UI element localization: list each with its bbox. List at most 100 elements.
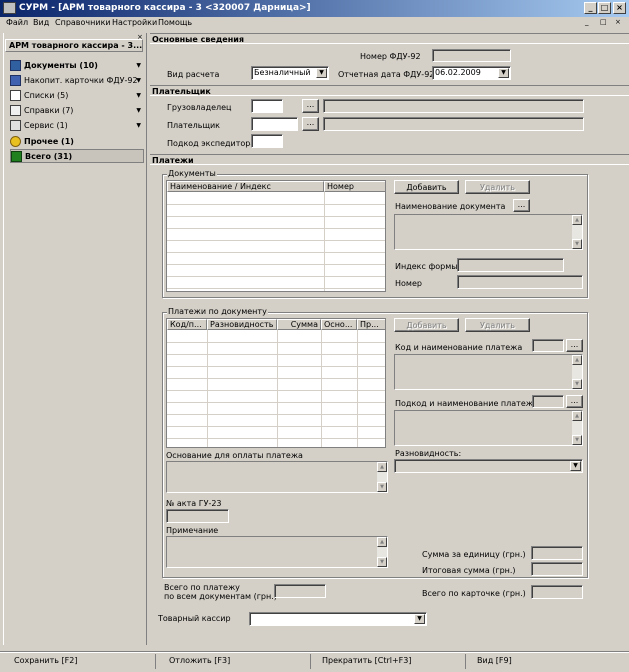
close-button[interactable]: × bbox=[613, 2, 626, 14]
inner-minimize-button[interactable]: _ bbox=[585, 18, 589, 26]
scroll-down-icon[interactable]: ▼ bbox=[572, 435, 582, 445]
form-index-field[interactable] bbox=[457, 258, 564, 272]
documents-grid[interactable]: Наименование / Индекс Номер bbox=[166, 180, 386, 292]
save-button[interactable]: Сохранить [F2] bbox=[14, 656, 77, 665]
chevron-down-icon[interactable]: ▼ bbox=[136, 92, 141, 99]
payer-code-input[interactable] bbox=[251, 117, 298, 131]
note-memo[interactable]: ▲ ▼ bbox=[166, 536, 388, 568]
doc-name-memo[interactable]: ▲ ▼ bbox=[394, 214, 583, 250]
delete-document-button[interactable]: Удалить bbox=[465, 180, 530, 194]
scrollbar[interactable]: ▲ ▼ bbox=[377, 462, 387, 492]
inner-close-button[interactable]: × bbox=[615, 18, 621, 26]
scroll-up-icon[interactable]: ▲ bbox=[572, 411, 582, 421]
sidebar-item-documents[interactable]: Документы (10) ▼ bbox=[10, 59, 147, 73]
pay-col-variety[interactable]: Разновидность bbox=[207, 319, 277, 330]
code-field[interactable] bbox=[532, 339, 564, 352]
documents-icon bbox=[10, 60, 21, 71]
payer-name-field[interactable] bbox=[323, 117, 584, 131]
menu-references[interactable]: Справочники bbox=[55, 18, 111, 27]
pay-col-note[interactable]: Пр... bbox=[357, 319, 385, 330]
chevron-down-icon[interactable]: ▼ bbox=[570, 461, 581, 471]
owner-browse-button[interactable]: ... bbox=[302, 99, 319, 113]
unit-sum-field[interactable] bbox=[531, 546, 583, 560]
fdu-number-field[interactable] bbox=[432, 49, 511, 62]
scrollbar[interactable]: ▲ ▼ bbox=[377, 537, 387, 567]
doc-number-field[interactable] bbox=[457, 275, 583, 289]
total-payment-label-1: Всего по платежу bbox=[164, 583, 240, 592]
chevron-down-icon[interactable]: ▼ bbox=[136, 77, 141, 84]
menu-settings[interactable]: Настройки bbox=[112, 18, 157, 27]
add-payment-button[interactable]: Добавить bbox=[394, 318, 459, 332]
menu-file[interactable]: Файл bbox=[6, 18, 28, 27]
code-browse-button[interactable]: ... bbox=[566, 339, 583, 352]
pay-col-sum[interactable]: Сумма bbox=[277, 319, 321, 330]
sidebar-item-cards[interactable]: Накопит. карточки ФДУ-92 ▼ bbox=[10, 74, 147, 88]
sidebar-item-total[interactable]: Всего (31) bbox=[10, 149, 144, 163]
sidebar-close-icon[interactable]: × bbox=[137, 33, 143, 41]
menu-view[interactable]: Вид bbox=[33, 18, 49, 27]
report-date-select[interactable]: 06.02.2009 ▼ bbox=[432, 66, 511, 80]
chevron-down-icon[interactable]: ▼ bbox=[414, 614, 425, 624]
title-bar[interactable]: СУРМ - [АРМ товарного кассира - 3 <32000… bbox=[0, 0, 629, 17]
chevron-down-icon[interactable]: ▼ bbox=[136, 62, 141, 69]
calc-type-label: Вид расчета bbox=[167, 70, 220, 79]
doc-name-browse-button[interactable]: ... bbox=[513, 199, 530, 212]
calc-type-select[interactable]: Безналичный ▼ bbox=[251, 66, 329, 80]
variety-label: Разновидность: bbox=[395, 449, 462, 458]
chevron-down-icon[interactable]: ▼ bbox=[316, 68, 327, 78]
scroll-down-icon[interactable]: ▼ bbox=[572, 239, 582, 249]
pay-col-basis[interactable]: Осно... bbox=[321, 319, 357, 330]
view-button[interactable]: Вид [F9] bbox=[477, 656, 512, 665]
chevron-down-icon[interactable]: ▼ bbox=[136, 122, 141, 129]
total-payment-field[interactable] bbox=[274, 584, 326, 598]
act-field[interactable] bbox=[166, 509, 229, 523]
subcode-name-memo[interactable]: ▲ ▼ bbox=[394, 410, 583, 446]
doc-col-name[interactable]: Наименование / Индекс bbox=[167, 181, 324, 192]
menu-help[interactable]: Помощь bbox=[158, 18, 192, 27]
variety-select[interactable]: ▼ bbox=[394, 459, 583, 473]
scroll-up-icon[interactable]: ▲ bbox=[572, 355, 582, 365]
pay-col-code[interactable]: Код/п... bbox=[167, 319, 207, 330]
doc-col-number[interactable]: Номер bbox=[324, 181, 385, 192]
delete-payment-button[interactable]: Удалить bbox=[465, 318, 530, 332]
sidebar-item-reports[interactable]: Справки (7) ▼ bbox=[10, 104, 147, 118]
scrollbar[interactable]: ▲ ▼ bbox=[572, 411, 582, 445]
scroll-up-icon[interactable]: ▲ bbox=[377, 537, 387, 547]
sidebar-item-other[interactable]: Прочее (1) bbox=[10, 135, 147, 149]
abort-button[interactable]: Прекратить [Ctrl+F3] bbox=[322, 656, 411, 665]
chevron-down-icon[interactable]: ▼ bbox=[498, 68, 509, 78]
code-name-memo[interactable]: ▲ ▼ bbox=[394, 354, 583, 390]
cashier-select[interactable]: ▼ bbox=[249, 612, 427, 626]
section-basic-info: Основные сведения bbox=[150, 33, 629, 44]
scroll-down-icon[interactable]: ▼ bbox=[377, 557, 387, 567]
documents-group-title: Документы bbox=[167, 169, 217, 178]
minimize-button[interactable]: _ bbox=[584, 2, 597, 14]
scrollbar[interactable]: ▲ ▼ bbox=[572, 355, 582, 389]
total-card-field[interactable] bbox=[531, 585, 583, 599]
maximize-button[interactable]: □ bbox=[598, 2, 611, 14]
scroll-down-icon[interactable]: ▼ bbox=[377, 482, 387, 492]
payments-grid[interactable]: Код/п... Разновидность Сумма Осно... Пр.… bbox=[166, 318, 386, 448]
subcode-field[interactable] bbox=[532, 395, 564, 408]
scroll-down-icon[interactable]: ▼ bbox=[572, 379, 582, 389]
sidebar-item-lists[interactable]: Списки (5) ▼ bbox=[10, 89, 147, 103]
other-icon bbox=[10, 136, 21, 147]
subcode-browse-button[interactable]: ... bbox=[566, 395, 583, 408]
sidebar-item-service[interactable]: Сервис (1) ▼ bbox=[10, 119, 147, 133]
reports-icon bbox=[10, 105, 21, 116]
postpone-button[interactable]: Отложить [F3] bbox=[169, 656, 230, 665]
inner-maximize-button[interactable]: □ bbox=[600, 18, 607, 26]
forwarder-input[interactable] bbox=[251, 134, 283, 148]
basis-memo[interactable]: ▲ ▼ bbox=[166, 461, 388, 493]
chevron-down-icon[interactable]: ▼ bbox=[136, 107, 141, 114]
add-document-button[interactable]: Добавить bbox=[394, 180, 459, 194]
owner-code-input[interactable] bbox=[251, 99, 283, 113]
sidebar-header[interactable]: АРМ товарного кассира - 3... bbox=[5, 39, 143, 52]
scrollbar[interactable]: ▲ ▼ bbox=[572, 215, 582, 249]
owner-name-field[interactable] bbox=[323, 99, 584, 113]
scroll-up-icon[interactable]: ▲ bbox=[377, 462, 387, 472]
payer-browse-button[interactable]: ... bbox=[302, 117, 319, 131]
total-sum-field[interactable] bbox=[531, 562, 583, 576]
scroll-up-icon[interactable]: ▲ bbox=[572, 215, 582, 225]
window-title: СУРМ - [АРМ товарного кассира - 3 <32000… bbox=[19, 3, 311, 13]
